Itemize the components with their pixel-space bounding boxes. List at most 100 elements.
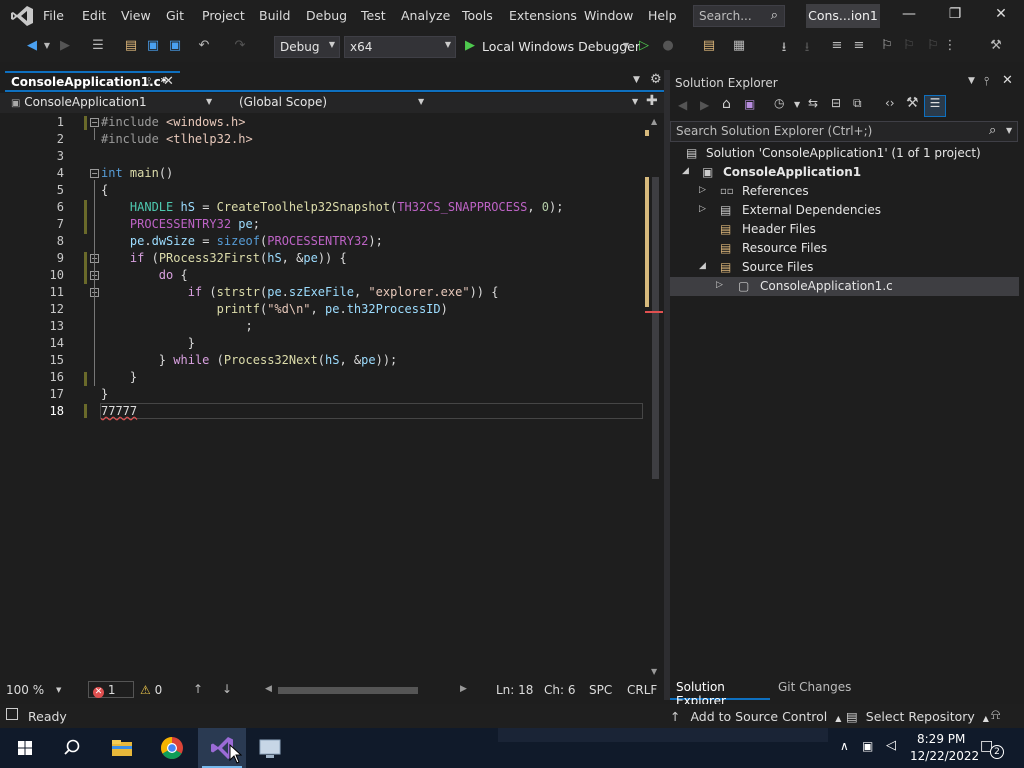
expanded-icon[interactable]: ◢	[699, 261, 706, 271]
windows-start-icon[interactable]	[10, 733, 40, 763]
menu-extensions[interactable]: Extensions	[509, 8, 577, 23]
clock-date[interactable]: 12/22/2022	[910, 749, 979, 763]
new-item-icon[interactable]: ☰	[88, 38, 108, 56]
menu-git[interactable]: Git	[166, 8, 184, 23]
settings-gear-icon[interactable]: ⚙	[650, 72, 662, 87]
bookmark-icon[interactable]: ⚐	[878, 38, 896, 56]
collapsed-icon[interactable]: ▷	[716, 280, 723, 290]
properties-wrench-icon[interactable]: ⚒	[906, 95, 919, 111]
redo-icon[interactable]: ↷	[230, 38, 250, 56]
pin-icon[interactable]: ⫯	[984, 74, 989, 89]
hot-reload-icon[interactable]: ●	[660, 38, 676, 56]
notifications-bell-icon[interactable]: ⍾	[991, 707, 1000, 723]
pin-icon[interactable]: ⫯	[147, 76, 151, 87]
scroll-right-icon[interactable]: ▶	[460, 684, 467, 694]
toolbar-overflow-icon[interactable]: ⋮	[942, 38, 958, 56]
menu-debug[interactable]: Debug	[306, 8, 347, 23]
platform-select[interactable]: x64 ▼	[344, 36, 456, 58]
solution-name-badge[interactable]: Cons...ion1	[806, 4, 880, 28]
global-scope-select[interactable]: (Global Scope) ▼	[234, 93, 430, 113]
back-icon[interactable]: ◀	[22, 38, 42, 56]
save-icon[interactable]: ▣	[144, 38, 162, 56]
tab-list-dropdown-icon[interactable]: ▼	[633, 75, 640, 85]
prev-issue-icon[interactable]: ↑	[193, 682, 203, 696]
menu-analyze[interactable]: Analyze	[401, 8, 450, 23]
home-icon[interactable]: ⌂	[722, 96, 731, 112]
save-all-icon[interactable]: ▣	[166, 38, 184, 56]
split-editor-icon[interactable]: ✚	[646, 93, 658, 109]
member-dropdown-icon[interactable]: ▼	[632, 97, 638, 106]
add-to-source-control-button[interactable]: ↑ Add to Source Control ▲	[670, 704, 841, 728]
scroll-up-icon[interactable]: ▲	[651, 117, 657, 126]
error-count-button[interactable]: ✕ 1	[88, 681, 134, 698]
live-share-icon[interactable]: ⚒	[986, 38, 1006, 56]
menu-view[interactable]: View	[121, 8, 151, 23]
zoom-select[interactable]: 100 % ▼	[6, 680, 66, 700]
switch-views-icon[interactable]: ▣	[744, 97, 755, 111]
line-ending-indicator[interactable]: CRLF	[627, 683, 657, 697]
solution-search-input[interactable]: Search Solution Explorer (Ctrl+;) ⌕ ▼	[670, 121, 1018, 142]
pending-changes-icon[interactable]: ◷	[774, 96, 784, 110]
back-dropdown-icon[interactable]: ▼	[42, 41, 52, 59]
search-options-icon[interactable]: ▼	[1006, 126, 1012, 135]
collapsed-icon[interactable]: ▷	[699, 204, 706, 214]
scroll-down-icon[interactable]: ▼	[651, 667, 657, 676]
tab-solution-explorer[interactable]: Solution Explorer	[670, 678, 770, 708]
menu-test[interactable]: Test	[361, 8, 386, 23]
line-indicator[interactable]: Ln: 18	[496, 683, 533, 697]
menu-build[interactable]: Build	[259, 8, 290, 23]
close-tab-icon[interactable]: ✕	[163, 74, 174, 89]
collapse-all-icon[interactable]: ⊟	[831, 96, 841, 110]
debugger-button[interactable]: Local Windows Debugger	[482, 39, 640, 57]
output-window-icon[interactable]	[6, 708, 18, 720]
column-indicator[interactable]: Ch: 6	[544, 683, 575, 697]
tab-consoleapplication1-c[interactable]: ConsoleApplication1.c* ⫯ ✕	[5, 71, 180, 92]
menu-file[interactable]: File	[43, 8, 64, 23]
sync-icon[interactable]: ⇆	[808, 96, 818, 110]
undo-icon[interactable]: ↶	[194, 38, 214, 56]
maximize-button[interactable]: ❐	[943, 6, 967, 26]
menu-edit[interactable]: Edit	[82, 8, 106, 23]
volume-icon[interactable]: ◁	[886, 738, 896, 753]
whitespace-indicator[interactable]: SPC	[589, 683, 612, 697]
view-code-icon[interactable]: ‹›	[885, 96, 895, 110]
action-center-button[interactable]: □ 2	[980, 736, 1004, 760]
clock-time[interactable]: 8:29 PM	[917, 732, 965, 746]
select-repository-button[interactable]: ▤ Select Repository ▲	[846, 704, 989, 728]
next-issue-icon[interactable]: ↓	[222, 682, 232, 696]
expanded-icon[interactable]: ◢	[682, 166, 689, 176]
bookmark-prev-icon[interactable]: ⚐	[900, 38, 918, 56]
horizontal-scroll-thumb[interactable]	[278, 687, 418, 694]
menu-tools[interactable]: Tools	[462, 8, 493, 23]
minimize-button[interactable]: —	[897, 6, 921, 26]
comment-icon[interactable]: ≡	[828, 38, 846, 56]
remote-desktop-icon[interactable]	[255, 733, 285, 763]
debugger-dropdown-icon[interactable]: ▼	[620, 41, 632, 59]
window-position-icon[interactable]: ▼	[968, 76, 975, 86]
forward-icon[interactable]: ▶	[56, 38, 74, 56]
fold-toggle-icon[interactable]: −	[90, 118, 99, 127]
close-button[interactable]: ✕	[989, 6, 1013, 26]
warning-count-button[interactable]: ⚠ 0	[140, 683, 162, 697]
start-without-debug-icon[interactable]: ▷	[636, 38, 652, 56]
preview-selected-icon[interactable]: ☰	[924, 95, 946, 117]
fold-toggle-icon[interactable]: −	[90, 169, 99, 178]
collapsed-icon[interactable]: ▷	[699, 185, 706, 195]
step-icon[interactable]: ⭳	[798, 38, 816, 56]
uncomment-icon[interactable]: ≡	[850, 38, 868, 56]
chrome-icon[interactable]	[157, 733, 187, 763]
network-icon[interactable]: ▣	[862, 739, 873, 753]
search-input[interactable]: Search... ⌕	[693, 5, 785, 27]
tab-git-changes[interactable]: Git Changes	[772, 678, 851, 700]
open-folder-icon[interactable]: ▤	[122, 38, 140, 56]
breakpoint-icon[interactable]: ⭳	[775, 38, 793, 56]
bookmark-next-icon[interactable]: ⚐	[924, 38, 942, 56]
menu-project[interactable]: Project	[202, 8, 245, 23]
project-scope-select[interactable]: ▣ ConsoleApplication1 ▼	[6, 93, 218, 113]
filter-dropdown-icon[interactable]: ▼	[794, 100, 800, 109]
start-debugging-icon[interactable]: ▶	[462, 38, 478, 56]
config-select[interactable]: Debug ▼	[274, 36, 340, 58]
chevron-up-icon[interactable]: ∧	[840, 739, 849, 753]
file-explorer-icon[interactable]	[107, 733, 137, 763]
forward-icon[interactable]: ▶	[700, 98, 709, 112]
